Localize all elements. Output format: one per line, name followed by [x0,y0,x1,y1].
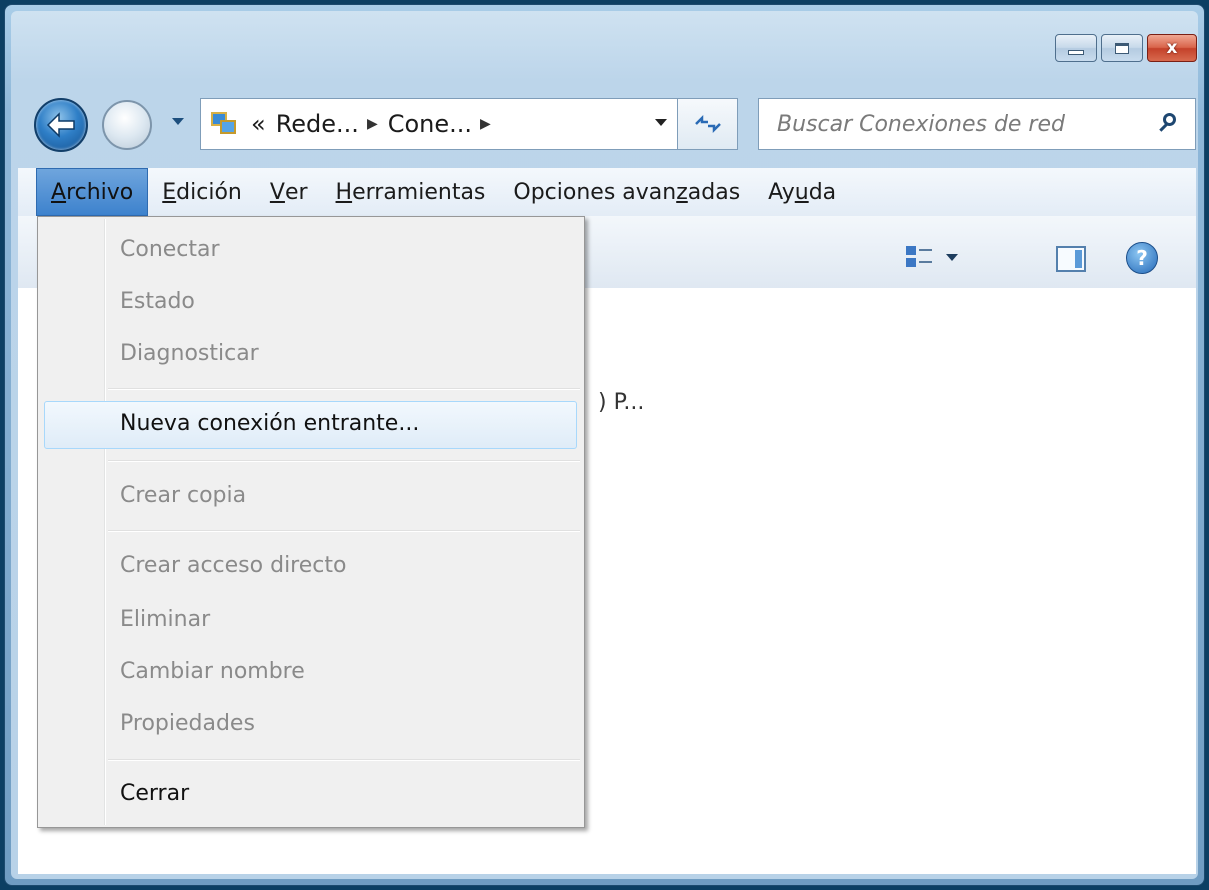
breadcrumb-item-conexiones[interactable]: Cone... [388,110,472,138]
menu-item-conectar[interactable]: Conectar [120,237,220,262]
maximize-icon [1115,42,1129,54]
back-arrow-icon [46,112,75,138]
menu-separator [108,530,580,532]
history-dropdown-icon[interactable] [172,118,184,125]
search-input[interactable]: Buscar Conexiones de red [777,112,1155,137]
menu-item-crear-copia[interactable]: Crear copia [120,483,246,508]
close-icon: x [1166,37,1178,58]
accelerator-key: V [269,179,285,205]
forward-button[interactable] [102,100,152,150]
menu-item-diagnosticar[interactable]: Diagnosticar [120,341,259,366]
minimize-button[interactable] [1055,34,1097,62]
preview-pane-icon[interactable] [1056,246,1086,272]
refresh-button[interactable] [678,98,738,150]
breadcrumb-item-redes[interactable]: Rede... [276,110,359,138]
menu-herramientas[interactable]: Herramientas [322,168,500,216]
menu-separator [108,759,580,761]
accelerator-key: E [162,179,177,205]
network-connections-icon [209,109,239,139]
menu-bar: Archivo Edición Ver Herramientas Opcione… [18,168,1196,217]
menu-item-cerrar[interactable]: Cerrar [120,781,189,806]
menu-item-crear-acceso-directo[interactable]: Crear acceso directo [120,553,346,578]
menu-item-estado[interactable]: Estado [120,289,195,314]
back-button[interactable] [34,98,88,152]
address-dropdown-icon[interactable] [655,119,667,126]
caption-buttons: x [1055,34,1197,62]
refresh-icon [694,114,721,134]
accelerator-key: H [335,179,353,205]
maximize-button[interactable] [1101,34,1143,62]
change-view-icon [906,244,932,270]
views-dropdown-icon[interactable] [946,253,958,261]
views-button[interactable] [906,244,958,270]
menu-gutter [104,219,106,825]
menu-item-propiedades[interactable]: Propiedades [120,711,255,736]
menu-ayuda[interactable]: Ay u da [754,168,850,216]
search-icon[interactable] [1155,111,1181,137]
menu-separator [108,460,580,462]
close-button[interactable]: x [1147,34,1197,62]
help-icon[interactable]: ? [1126,242,1158,274]
menu-separator [108,388,580,390]
file-menu-dropdown: Conectar Estado Diagnosticar Nueva conex… [37,216,585,828]
accelerator-key: z [676,179,688,205]
menu-item-cambiar-nombre[interactable]: Cambiar nombre [120,659,305,684]
address-bar[interactable]: « Rede... ▶ Cone... ▶ [200,98,678,150]
menu-item-eliminar[interactable]: Eliminar [120,607,210,632]
menu-item-nueva-conexion-entrante[interactable]: Nueva conexión entrante... [120,411,419,436]
breadcrumb-arrow-icon[interactable]: ▶ [480,116,491,132]
menu-opciones-avanzadas[interactable]: Opciones avan z adas [499,168,754,216]
minimize-icon [1068,49,1084,55]
connection-item-partial[interactable]: ) P... [598,390,644,415]
accelerator-key: A [51,179,67,205]
breadcrumb-overflow[interactable]: « [251,110,266,138]
menu-ver[interactable]: Ver [256,168,322,216]
breadcrumb-arrow-icon[interactable]: ▶ [367,116,378,132]
search-box[interactable]: Buscar Conexiones de red [758,98,1196,150]
menu-edicion[interactable]: Edición [148,168,256,216]
menu-archivo[interactable]: Archivo [36,168,149,216]
accelerator-key: u [794,179,809,205]
